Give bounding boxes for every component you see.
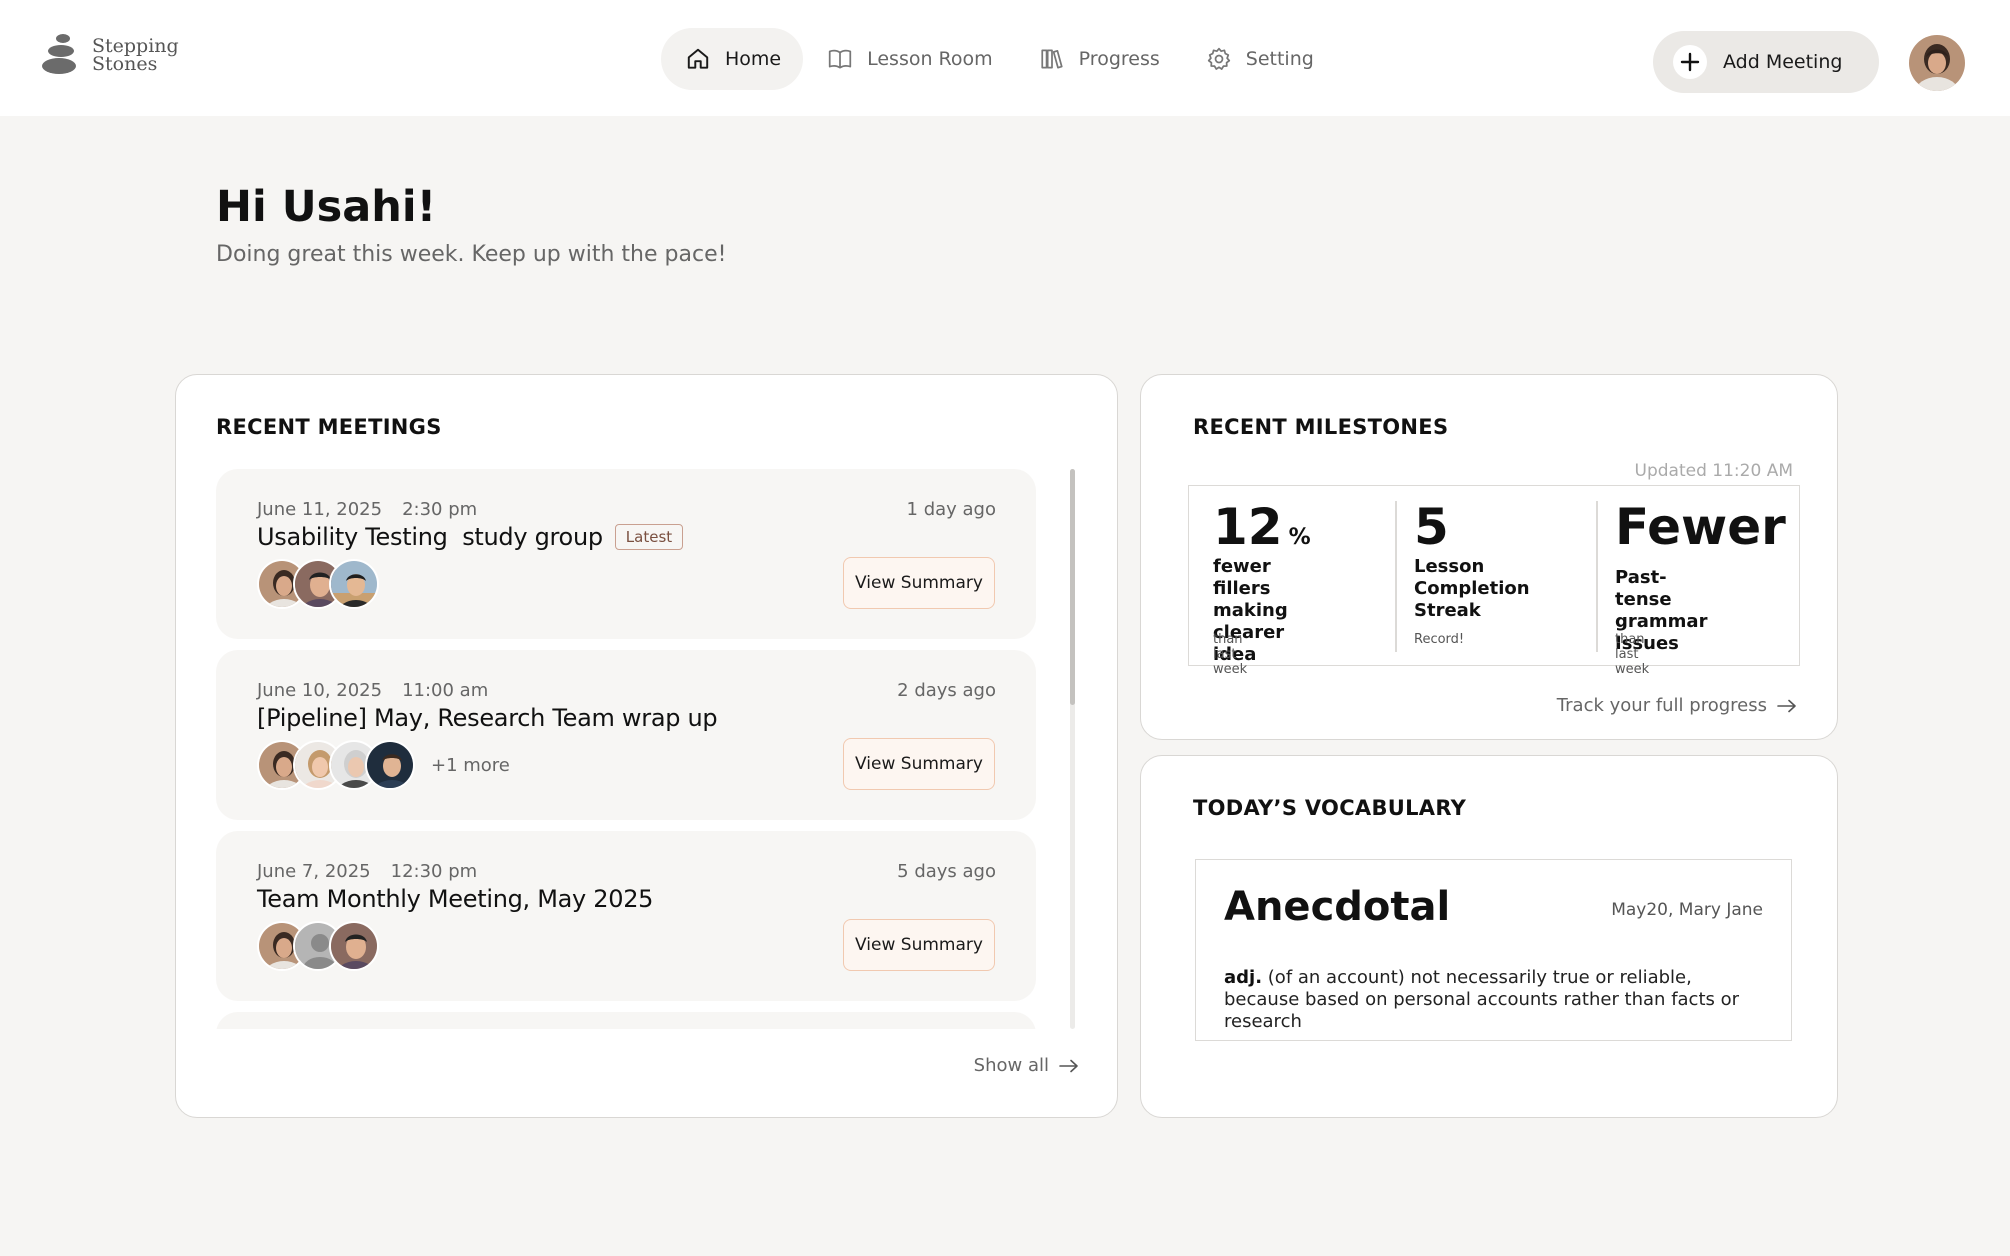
track-progress-label: Track your full progress (1556, 695, 1767, 716)
book-icon (828, 49, 852, 69)
participant-avatar (329, 559, 379, 609)
recent-milestones-title: RECENT MILESTONES (1193, 415, 1449, 439)
stat-desc-line: fewer fillers (1213, 556, 1271, 599)
vocabulary-word: Anecdotal (1224, 884, 1451, 930)
participant-avatar (329, 921, 379, 971)
app-logo[interactable]: Stepping Stones (42, 34, 179, 76)
meeting-title-row: Usability Testing study group Latest (257, 523, 684, 551)
participant-avatars (257, 921, 379, 971)
latest-badge: Latest (614, 524, 684, 550)
gear-icon (1207, 47, 1230, 70)
stat-description: Lesson Completion Streak (1414, 556, 1530, 622)
top-navigation-bar: Stepping Stones Home Lesson Room Progres… (0, 0, 2010, 116)
meeting-item[interactable]: June 11, 2025 2:30 pm 1 day ago Usability… (216, 469, 1036, 639)
recent-meetings-card: RECENT MEETINGS June 11, 2025 2:30 pm 1 d… (175, 374, 1118, 1118)
stat-divider (1596, 501, 1598, 652)
meeting-item[interactable]: June 7, 2025 12:30 pm 5 days ago Team Mon… (216, 831, 1036, 1001)
main-nav: Home Lesson Room Progress Setting (661, 28, 1336, 90)
vocabulary-source: May20, Mary Jane (1611, 900, 1763, 920)
logo-wordmark: Stepping Stones (92, 37, 179, 75)
stat-desc-line: Past-tense (1615, 567, 1672, 610)
meeting-datetime: June 10, 2025 11:00 am (257, 680, 488, 701)
view-summary-button[interactable]: View Summary (843, 557, 995, 609)
stat-number: 12 (1213, 498, 1283, 556)
stat-desc-line: Lesson (1414, 556, 1485, 577)
meeting-datetime: June 11, 2025 2:30 pm (257, 499, 477, 520)
meeting-title-row: [Pipeline] May, Research Team wrap up (257, 704, 718, 732)
stat-value: 12% (1213, 498, 1311, 556)
greeting-subtitle: Doing great this week. Keep up with the … (216, 242, 727, 267)
stat-number: Fewer (1615, 498, 1786, 556)
updated-timestamp: Updated 11:20 AM (1634, 461, 1793, 481)
stat-desc-line: Streak (1414, 600, 1481, 621)
add-meeting-button[interactable]: Add Meeting (1653, 31, 1879, 93)
definition-text: (of an account) not necessarily true or … (1224, 967, 1740, 1032)
arrow-right-icon (1777, 699, 1796, 712)
show-all-link[interactable]: Show all (974, 1055, 1079, 1076)
scrollbar-thumb[interactable] (1070, 469, 1075, 705)
nav-item-progress[interactable]: Progress (1015, 28, 1182, 90)
arrow-right-icon (1059, 1059, 1078, 1072)
meeting-time: 11:00 am (402, 680, 489, 701)
nav-item-home[interactable]: Home (661, 28, 804, 90)
meeting-time: 12:30 pm (390, 861, 478, 882)
nav-item-label: Lesson Room (867, 48, 993, 70)
add-meeting-label: Add Meeting (1723, 51, 1843, 73)
milestone-stats: 12% fewer fillers making clearer idea th… (1188, 485, 1800, 677)
stat-note: than last week (1615, 632, 1650, 677)
meeting-title: Usability Testing study group (257, 523, 603, 551)
plus-icon (1673, 45, 1707, 79)
meetings-list[interactable]: June 11, 2025 2:30 pm 1 day ago Usability… (216, 469, 1036, 1029)
stat-divider (1395, 501, 1397, 652)
vocabulary-definition: adj. (of an account) not necessarily tru… (1224, 967, 1769, 1033)
stat-value: Fewer (1615, 498, 1786, 556)
stones-logo-icon (42, 34, 82, 76)
meeting-relative-time: 2 days ago (897, 680, 996, 701)
view-summary-button[interactable]: View Summary (843, 919, 995, 971)
logo-line-2: Stones (92, 53, 158, 75)
nav-item-lesson-room[interactable]: Lesson Room (803, 28, 1015, 90)
recent-meetings-title: RECENT MEETINGS (216, 415, 442, 439)
todays-vocabulary-card: TODAY’S VOCABULARY Anecdotal May20, Mary… (1140, 755, 1838, 1118)
user-avatar[interactable] (1909, 35, 1965, 91)
meeting-relative-time: 1 day ago (906, 499, 996, 520)
view-summary-button[interactable]: View Summary (843, 738, 995, 790)
participant-avatars: +1 more (257, 740, 510, 790)
nav-item-label: Home (725, 48, 782, 70)
recent-milestones-card: RECENT MILESTONES Updated 11:20 AM 12% f… (1140, 374, 1838, 740)
part-of-speech: adj. (1224, 967, 1263, 988)
todays-vocabulary-title: TODAY’S VOCABULARY (1193, 796, 1467, 820)
meeting-date: June 7, 2025 (257, 861, 371, 882)
meetings-scrollbar[interactable] (1070, 469, 1075, 1029)
stat-desc-line: Completion (1414, 578, 1530, 599)
stat-unit: % (1288, 525, 1311, 550)
meeting-datetime: June 7, 2025 12:30 pm (257, 861, 477, 882)
meeting-title: [Pipeline] May, Research Team wrap up (257, 704, 718, 732)
meeting-item[interactable]: June 10, 2025 11:00 am 2 days ago [Pipeli… (216, 650, 1036, 820)
meeting-title: Team Monthly Meeting, May 2025 (257, 885, 654, 913)
greeting-title: Hi Usahi! (216, 182, 437, 232)
show-all-label: Show all (973, 1055, 1049, 1076)
more-participants-count: +1 more (431, 754, 510, 776)
nav-item-label: Progress (1078, 48, 1160, 70)
track-progress-link[interactable]: Track your full progress (1557, 695, 1797, 716)
meeting-date: June 11, 2025 (257, 499, 383, 520)
meeting-relative-time: 5 days ago (897, 861, 996, 882)
books-icon (1041, 49, 1063, 69)
nav-item-label: Setting (1245, 48, 1314, 70)
stat-number: 5 (1414, 498, 1449, 556)
participant-avatars (257, 559, 379, 609)
nav-item-setting[interactable]: Setting (1182, 28, 1336, 90)
meeting-item[interactable] (216, 1012, 1036, 1029)
vocabulary-entry: Anecdotal May20, Mary Jane adj. (of an a… (1195, 859, 1792, 1041)
meeting-time: 2:30 pm (402, 499, 478, 520)
stat-note: Record! (1414, 632, 1465, 647)
stat-note: than last week (1213, 632, 1248, 677)
stat-value: 5 (1414, 498, 1449, 556)
meeting-title-row: Team Monthly Meeting, May 2025 (257, 885, 653, 913)
meeting-date: June 10, 2025 (257, 680, 383, 701)
participant-avatar (365, 740, 415, 790)
home-icon (687, 48, 709, 69)
